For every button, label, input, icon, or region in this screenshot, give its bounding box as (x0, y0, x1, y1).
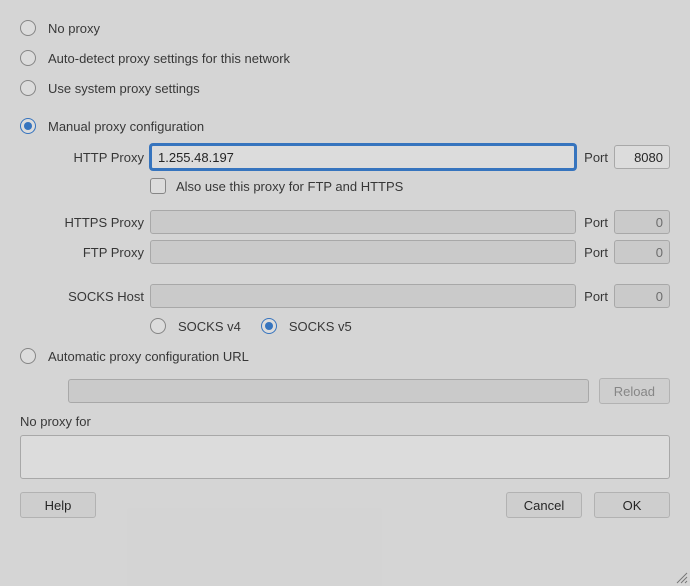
ftp-port-label: Port (584, 245, 608, 260)
cancel-button[interactable]: Cancel (506, 492, 582, 518)
radio-socks-v4[interactable] (150, 318, 166, 334)
https-port-label: Port (584, 215, 608, 230)
http-proxy-label: HTTP Proxy (20, 150, 150, 165)
http-port-label: Port (584, 150, 608, 165)
radio-manual[interactable] (20, 118, 36, 134)
radio-auto-detect-label: Auto-detect proxy settings for this netw… (48, 51, 290, 66)
radio-socks-v5-label: SOCKS v5 (289, 319, 352, 334)
socks-host-input[interactable] (150, 284, 576, 308)
https-proxy-label: HTTPS Proxy (20, 215, 150, 230)
ftp-proxy-input[interactable] (150, 240, 576, 264)
radio-manual-label: Manual proxy configuration (48, 119, 204, 134)
radio-use-system[interactable] (20, 80, 36, 96)
ok-button[interactable]: OK (594, 492, 670, 518)
radio-auto-url-label: Automatic proxy configuration URL (48, 349, 249, 364)
socks-port-label: Port (584, 289, 608, 304)
http-port-input[interactable] (614, 145, 670, 169)
resize-handle-icon[interactable] (674, 570, 688, 584)
radio-no-proxy[interactable] (20, 20, 36, 36)
http-proxy-input[interactable] (150, 144, 576, 170)
no-proxy-for-label: No proxy for (20, 414, 670, 429)
socks-port-input[interactable] (614, 284, 670, 308)
radio-no-proxy-label: No proxy (48, 21, 100, 36)
radio-use-system-label: Use system proxy settings (48, 81, 200, 96)
also-use-checkbox[interactable] (150, 178, 166, 194)
also-use-label: Also use this proxy for FTP and HTTPS (176, 179, 403, 194)
no-proxy-for-textarea[interactable] (20, 435, 670, 479)
radio-auto-url[interactable] (20, 348, 36, 364)
radio-auto-detect[interactable] (20, 50, 36, 66)
https-port-input[interactable] (614, 210, 670, 234)
auto-url-input[interactable] (68, 379, 589, 403)
help-button[interactable]: Help (20, 492, 96, 518)
ftp-port-input[interactable] (614, 240, 670, 264)
ftp-proxy-label: FTP Proxy (20, 245, 150, 260)
https-proxy-input[interactable] (150, 210, 576, 234)
radio-socks-v5[interactable] (261, 318, 277, 334)
radio-socks-v4-label: SOCKS v4 (178, 319, 241, 334)
socks-host-label: SOCKS Host (20, 289, 150, 304)
reload-button[interactable]: Reload (599, 378, 670, 404)
